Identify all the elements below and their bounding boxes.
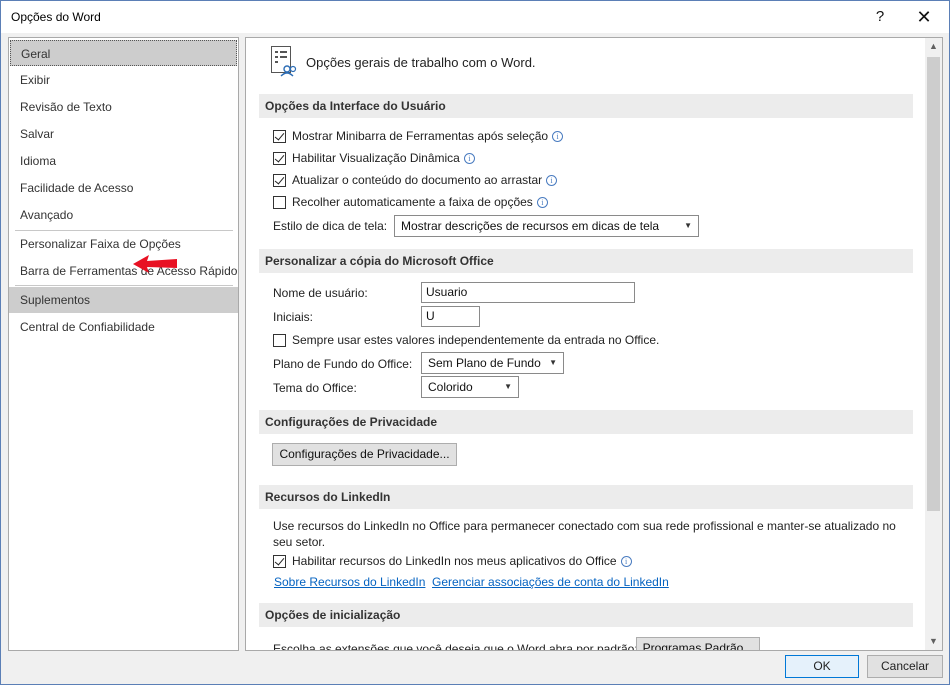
checkbox-row-update-drag[interactable]: Atualizar o conteúdo do documento ao arr… bbox=[273, 171, 673, 189]
nav-item-acessibilidade[interactable]: Facilidade de Acesso bbox=[9, 175, 238, 201]
username-label: Nome de usuário: bbox=[273, 286, 368, 300]
nav-item-barra-acesso-rapido[interactable]: Barra de Ferramentas de Acesso Rápido bbox=[9, 258, 238, 284]
scroll-down-icon[interactable]: ▼ bbox=[925, 633, 942, 650]
nav-divider bbox=[15, 285, 233, 286]
checkbox-row-minibar[interactable]: Mostrar Minibarra de Ferramentas após se… bbox=[273, 127, 673, 145]
linkedin-checkbox-label: Habilitar recursos do LinkedIn nos meus … bbox=[292, 554, 617, 568]
always-use-label: Sempre usar estes valores independenteme… bbox=[292, 333, 660, 347]
nav-item-idioma[interactable]: Idioma bbox=[9, 148, 238, 174]
office-theme-value: Colorido bbox=[428, 380, 473, 394]
section-linkedin: Recursos do LinkedIn bbox=[259, 485, 913, 509]
nav-item-suplementos[interactable]: Suplementos bbox=[9, 287, 238, 313]
startup-description: Escolha as extensões que você deseja que… bbox=[273, 642, 638, 651]
checkbox-row-collapse-ribbon[interactable]: Recolher automaticamente a faixa de opçõ… bbox=[273, 193, 673, 211]
options-nav: Geral Exibir Revisão de Texto Salvar Idi… bbox=[8, 37, 239, 651]
tooltip-style-value: Mostrar descrições de recursos em dicas … bbox=[401, 219, 660, 233]
scroll-up-icon[interactable]: ▲ bbox=[925, 38, 942, 55]
scroll-thumb[interactable] bbox=[927, 57, 940, 511]
content-header-title: Opções gerais de trabalho com o Word. bbox=[306, 55, 536, 70]
privacy-settings-button[interactable]: Configurações de Privacidade... bbox=[272, 443, 457, 466]
office-background-value: Sem Plano de Fundo bbox=[428, 356, 541, 370]
word-options-dialog: Opções do Word ? ✕ Geral Exibir Revisão … bbox=[0, 0, 950, 685]
window-title: Opções do Word bbox=[11, 10, 101, 24]
section-office-copy: Personalizar a cópia do Microsoft Office bbox=[259, 249, 913, 273]
info-icon: i bbox=[552, 131, 564, 142]
section-ui-options: Opções da Interface do Usuário bbox=[259, 94, 913, 118]
default-programs-button[interactable]: Programas Padrão... bbox=[636, 637, 760, 650]
info-icon: i bbox=[620, 556, 632, 567]
chevron-down-icon: ▼ bbox=[504, 382, 512, 391]
cancel-button[interactable]: Cancelar bbox=[867, 655, 943, 678]
nav-item-revisao[interactable]: Revisão de Texto bbox=[9, 94, 238, 120]
chevron-down-icon: ▼ bbox=[549, 358, 557, 367]
chevron-down-icon: ▼ bbox=[684, 221, 692, 230]
checkbox-row-live-preview[interactable]: Habilitar Visualização Dinâmica i bbox=[273, 149, 673, 167]
info-icon: i bbox=[463, 153, 475, 164]
initials-input[interactable]: U bbox=[421, 306, 480, 327]
tooltip-style-select[interactable]: Mostrar descrições de recursos em dicas … bbox=[394, 215, 699, 237]
username-input[interactable]: Usuario bbox=[421, 282, 635, 303]
always-use-checkbox[interactable] bbox=[273, 334, 286, 347]
nav-item-exibir[interactable]: Exibir bbox=[9, 67, 238, 93]
linkedin-description: Use recursos do LinkedIn no Office para … bbox=[273, 519, 896, 549]
help-button[interactable]: ? bbox=[857, 1, 903, 33]
checkbox-row-linkedin[interactable]: Habilitar recursos do LinkedIn nos meus … bbox=[273, 552, 673, 570]
nav-item-personalizar-faixa[interactable]: Personalizar Faixa de Opções bbox=[9, 231, 238, 257]
nav-item-avancado[interactable]: Avançado bbox=[9, 202, 238, 228]
office-theme-label: Tema do Office: bbox=[273, 381, 357, 395]
update-drag-label: Atualizar o conteúdo do documento ao arr… bbox=[292, 173, 543, 187]
office-background-select[interactable]: Sem Plano de Fundo ▼ bbox=[421, 352, 564, 374]
collapse-ribbon-checkbox[interactable] bbox=[273, 196, 286, 209]
office-theme-select[interactable]: Colorido ▼ bbox=[421, 376, 519, 398]
update-drag-checkbox[interactable] bbox=[273, 174, 286, 187]
ok-button[interactable]: OK bbox=[785, 655, 859, 678]
linkedin-manage-link[interactable]: Gerenciar associações de conta do Linked… bbox=[432, 575, 669, 589]
options-content: Opções gerais de trabalho com o Word. Op… bbox=[245, 37, 943, 651]
red-arrow-icon bbox=[133, 255, 177, 273]
title-bar: Opções do Word ? ✕ bbox=[1, 1, 949, 33]
nav-item-geral[interactable]: Geral bbox=[10, 40, 237, 66]
content-scrollbar[interactable]: ▲ ▼ bbox=[925, 38, 942, 650]
live-preview-checkbox[interactable] bbox=[273, 152, 286, 165]
info-icon: i bbox=[536, 197, 548, 208]
info-icon: i bbox=[546, 175, 558, 186]
tooltip-style-label: Estilo de dica de tela: bbox=[273, 219, 388, 233]
checkbox-row-always-use[interactable]: Sempre usar estes valores independenteme… bbox=[273, 331, 733, 349]
minibar-label: Mostrar Minibarra de Ferramentas após se… bbox=[292, 129, 549, 143]
collapse-ribbon-label: Recolher automaticamente a faixa de opçõ… bbox=[292, 195, 533, 209]
initials-label: Iniciais: bbox=[273, 310, 314, 324]
linkedin-about-link[interactable]: Sobre Recursos do LinkedIn bbox=[274, 575, 425, 589]
nav-item-salvar[interactable]: Salvar bbox=[9, 121, 238, 147]
nav-item-central-confiabilidade[interactable]: Central de Confiabilidade bbox=[9, 314, 238, 340]
section-startup: Opções de inicialização bbox=[259, 603, 913, 627]
office-background-label: Plano de Fundo do Office: bbox=[273, 357, 413, 371]
live-preview-label: Habilitar Visualização Dinâmica bbox=[292, 151, 460, 165]
minibar-checkbox[interactable] bbox=[273, 130, 286, 143]
close-button[interactable]: ✕ bbox=[901, 1, 947, 33]
general-options-icon bbox=[271, 46, 297, 77]
linkedin-checkbox[interactable] bbox=[273, 555, 286, 568]
section-privacy: Configurações de Privacidade bbox=[259, 410, 913, 434]
